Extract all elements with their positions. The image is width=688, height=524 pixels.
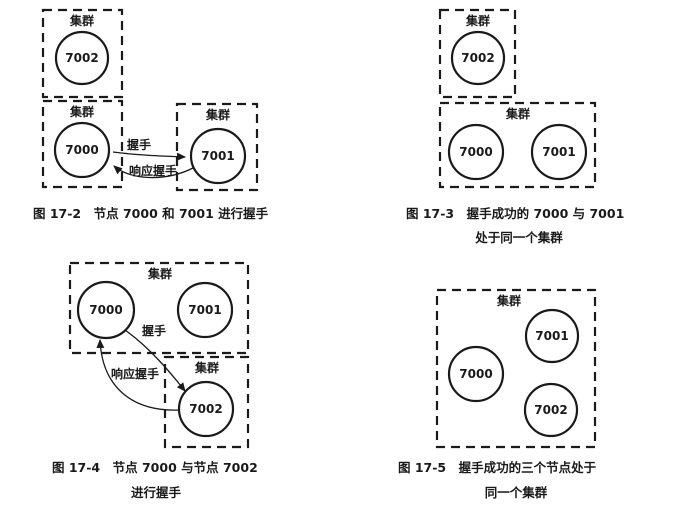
fig4-cluster-merged-label: 集群 (147, 266, 172, 281)
fig3-node-7002-label: 7002 (461, 51, 494, 65)
fig4-cluster-7002-label: 集群 (194, 360, 219, 375)
fig2-node-7001-label: 7001 (201, 149, 234, 163)
fig4-node-7000-label: 7000 (89, 303, 122, 317)
fig2-node-7002-label: 7002 (65, 51, 98, 65)
fig5-caption-line1: 图 17-5 握手成功的三个节点处于 (398, 460, 597, 475)
fig3-cluster-merged-label: 集群 (505, 106, 530, 121)
figure-17-5: 集群 7001 7000 7002 图 17-5 握手成功的三个节点处于 同一个… (398, 288, 597, 500)
fig2-handshake-arrow (112, 151, 186, 161)
cluster-handshake-diagrams: 集群 7002 集群 7000 集群 7001 握手 响应握手 图 17-2 节… (33, 8, 624, 500)
fig2-cluster-7001-label: 集群 (205, 107, 230, 122)
fig2-caption: 图 17-2 节点 7000 和 7001 进行握手 (33, 206, 269, 221)
fig2-response-label: 响应握手 (129, 163, 177, 178)
fig5-node-7001-label: 7001 (535, 329, 568, 343)
fig4-node-7002-label: 7002 (189, 402, 222, 416)
fig3-node-7001-label: 7001 (542, 145, 575, 159)
fig3-cluster-7002-label: 集群 (465, 13, 490, 28)
fig4-response-label: 响应握手 (111, 366, 159, 381)
figure-17-3: 集群 7002 集群 7000 7001 图 17-3 握手成功的 7000 与… (406, 8, 624, 245)
fig2-handshake-label: 握手 (127, 137, 151, 152)
fig3-caption-line1: 图 17-3 握手成功的 7000 与 7001 (406, 206, 624, 221)
fig5-cluster-label: 集群 (496, 293, 521, 308)
fig4-caption-line1: 图 17-4 节点 7000 与节点 7002 (52, 460, 258, 475)
fig5-caption-line2: 同一个集群 (485, 485, 548, 500)
fig4-handshake-arrow (124, 329, 186, 392)
fig3-caption-line2: 处于同一个集群 (474, 230, 563, 245)
fig5-node-7002-label: 7002 (534, 403, 567, 417)
fig4-node-7001-label: 7001 (188, 303, 221, 317)
fig4-caption-line2: 进行握手 (131, 485, 182, 500)
fig2-cluster-7000-label: 集群 (69, 104, 94, 119)
figure-17-4: 集群 7000 7001 集群 7002 握手 响应握手 图 17-4 节点 7… (52, 261, 258, 500)
fig5-node-7000-label: 7000 (459, 367, 492, 381)
figure-17-2: 集群 7002 集群 7000 集群 7001 握手 响应握手 图 17-2 节… (33, 8, 269, 221)
fig3-node-7000-label: 7000 (459, 145, 492, 159)
fig2-cluster-7002-label: 集群 (69, 13, 94, 28)
fig2-node-7000-label: 7000 (65, 143, 98, 157)
fig4-handshake-label: 握手 (142, 323, 166, 338)
